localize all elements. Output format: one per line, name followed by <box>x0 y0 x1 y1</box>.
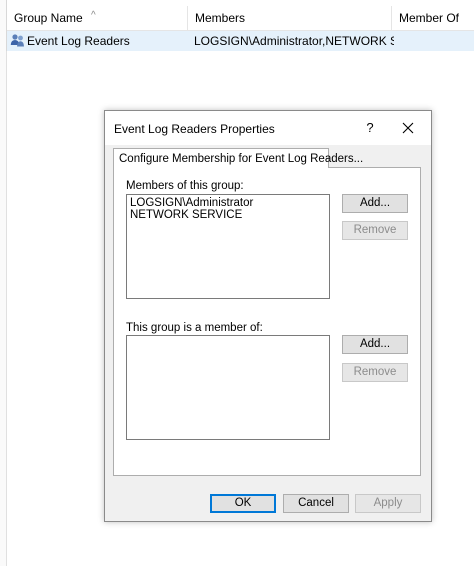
members-label: Members of this group: <box>126 180 244 192</box>
remove-member-of-button[interactable]: Remove <box>342 363 408 382</box>
ok-button[interactable]: OK <box>210 494 276 513</box>
remove-member-button[interactable]: Remove <box>342 221 408 240</box>
members-listbox[interactable]: LOGSIGN\Administrator NETWORK SERVICE <box>126 194 330 299</box>
apply-button[interactable]: Apply <box>355 494 421 513</box>
close-icon <box>402 122 414 134</box>
member-of-listbox[interactable] <box>126 335 330 440</box>
tab-configure-membership[interactable]: Configure Membership for Event Log Reade… <box>113 148 363 168</box>
column-members[interactable]: Members <box>187 6 391 30</box>
column-group-name[interactable]: Group Name ^ <box>7 6 187 30</box>
column-label: Members <box>195 11 246 25</box>
column-label: Member Of <box>399 11 460 25</box>
list-item[interactable]: Event Log Readers LOGSIGN\Administrator,… <box>7 31 474 51</box>
cancel-button[interactable]: Cancel <box>283 494 349 513</box>
add-member-of-button[interactable]: Add... <box>342 335 408 354</box>
column-label: Group Name <box>14 11 83 25</box>
computer-management-window: Group Name ^ Members Member Of Event Log… <box>0 0 474 566</box>
divider <box>6 51 7 566</box>
column-member-of[interactable]: Member Of <box>391 6 474 30</box>
list-item[interactable]: LOGSIGN\Administrator <box>130 197 326 209</box>
group-icon <box>10 34 24 47</box>
member-of-label: This group is a member of: <box>126 322 263 334</box>
group-members: LOGSIGN\Administrator,NETWORK SE... <box>194 34 394 48</box>
close-button[interactable] <box>395 118 421 138</box>
group-name: Event Log Readers <box>27 34 130 48</box>
properties-dialog: Event Log Readers Properties ? Configure… <box>104 110 432 522</box>
list-item[interactable]: NETWORK SERVICE <box>130 209 326 221</box>
dialog-titlebar[interactable]: Event Log Readers Properties ? <box>105 111 431 145</box>
tab-panel: Members of this group: LOGSIGN\Administr… <box>113 167 421 476</box>
dialog-title: Event Log Readers Properties <box>114 122 275 136</box>
help-button[interactable]: ? <box>357 118 383 138</box>
sort-ascending-icon: ^ <box>91 10 96 21</box>
add-member-button[interactable]: Add... <box>342 194 408 213</box>
list-header: Group Name ^ Members Member Of <box>7 6 474 31</box>
